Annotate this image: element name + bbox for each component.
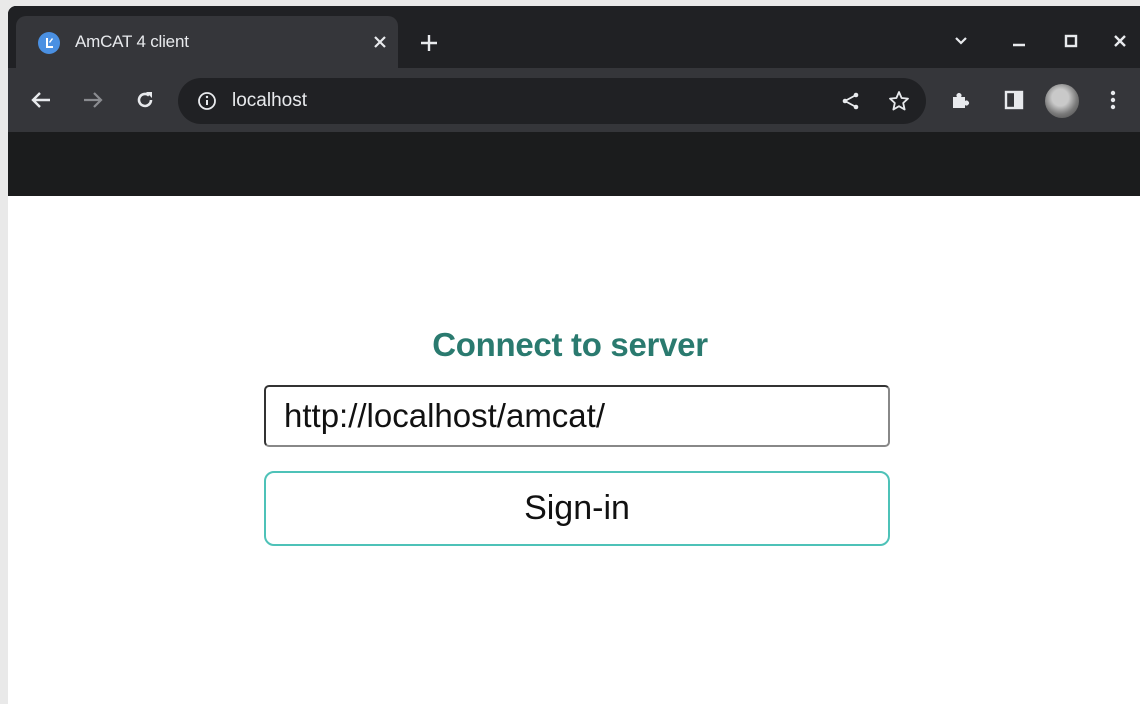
side-panel-icon[interactable] — [999, 85, 1029, 115]
app-navbar — [8, 132, 1140, 196]
signin-button[interactable]: Sign-in — [264, 471, 890, 546]
chevron-down-icon[interactable] — [946, 26, 976, 56]
plus-icon[interactable] — [414, 28, 444, 58]
window-close-icon[interactable] — [1105, 26, 1135, 56]
maximize-icon[interactable] — [1056, 26, 1086, 56]
reload-button[interactable] — [130, 85, 160, 115]
browser-toolbar: localhost — [8, 68, 1140, 132]
tab-strip: AmCAT 4 client — [8, 6, 1140, 68]
forward-button[interactable] — [78, 85, 108, 115]
reload-icon — [137, 92, 153, 108]
address-bar[interactable]: localhost — [178, 78, 926, 124]
server-url-input[interactable] — [264, 385, 890, 447]
close-icon[interactable] — [366, 28, 394, 56]
avatar[interactable] — [1045, 84, 1079, 118]
kebab-menu-icon[interactable] — [1098, 85, 1128, 115]
tab-amcat[interactable]: AmCAT 4 client — [16, 16, 398, 68]
arrow-right-icon — [84, 92, 103, 108]
page-content: Connect to server Sign-in — [8, 196, 1140, 704]
share-icon[interactable] — [836, 86, 866, 116]
tab-title: AmCAT 4 client — [75, 32, 189, 51]
info-icon[interactable] — [196, 90, 218, 112]
amcat-logo-icon — [38, 32, 60, 54]
minimize-icon[interactable] — [1004, 26, 1034, 56]
puzzle-icon[interactable] — [945, 85, 975, 115]
star-icon[interactable] — [884, 86, 914, 116]
browser-window: AmCAT 4 client localhost Connect to serv… — [8, 6, 1140, 704]
page-title: Connect to server — [432, 326, 708, 363]
address-bar-url: localhost — [232, 90, 307, 111]
arrow-left-icon — [31, 92, 50, 108]
back-button[interactable] — [26, 85, 56, 115]
